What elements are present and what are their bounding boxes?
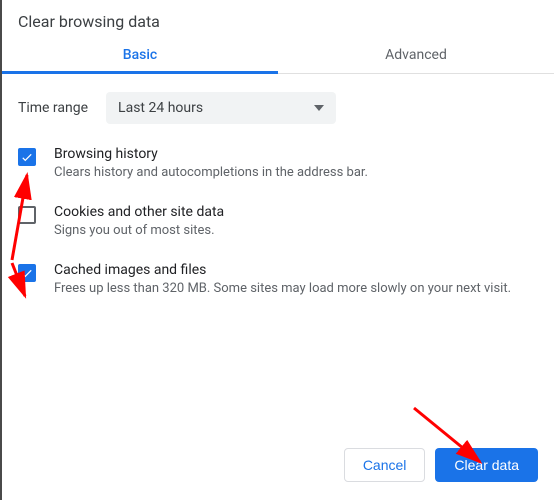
tab-advanced[interactable]: Advanced (278, 37, 554, 73)
dialog-footer: Cancel Clear data (344, 448, 538, 482)
checkbox-cached[interactable] (18, 264, 36, 282)
dialog-title: Clear browsing data (2, 0, 554, 37)
time-range-value: Last 24 hours (118, 100, 203, 116)
option-browsing-history: Browsing history Clears history and auto… (18, 146, 538, 182)
clear-data-button[interactable]: Clear data (435, 448, 538, 482)
checkbox-browsing-history[interactable] (18, 148, 36, 166)
check-icon (20, 266, 34, 280)
option-title: Cached images and files (54, 262, 538, 278)
option-text: Browsing history Clears history and auto… (54, 146, 538, 182)
option-title: Cookies and other site data (54, 204, 538, 220)
option-text: Cached images and files Frees up less th… (54, 262, 538, 298)
option-desc: Frees up less than 320 MB. Some sites ma… (54, 280, 538, 298)
time-range-label: Time range (18, 100, 88, 116)
checkbox-cookies[interactable] (18, 206, 36, 224)
option-desc: Signs you out of most sites. (54, 222, 538, 240)
tab-basic[interactable]: Basic (2, 37, 278, 73)
tabs: Basic Advanced (2, 37, 554, 74)
chevron-down-icon (314, 105, 324, 111)
option-title: Browsing history (54, 146, 538, 162)
check-icon (20, 150, 34, 164)
time-range-select[interactable]: Last 24 hours (106, 92, 336, 124)
option-cached: Cached images and files Frees up less th… (18, 262, 538, 298)
option-text: Cookies and other site data Signs you ou… (54, 204, 538, 240)
cancel-button[interactable]: Cancel (344, 448, 426, 482)
dialog-body: Time range Last 24 hours Browsing histor… (2, 74, 554, 299)
option-cookies: Cookies and other site data Signs you ou… (18, 204, 538, 240)
option-desc: Clears history and autocompletions in th… (54, 164, 538, 182)
time-range-row: Time range Last 24 hours (18, 92, 538, 124)
